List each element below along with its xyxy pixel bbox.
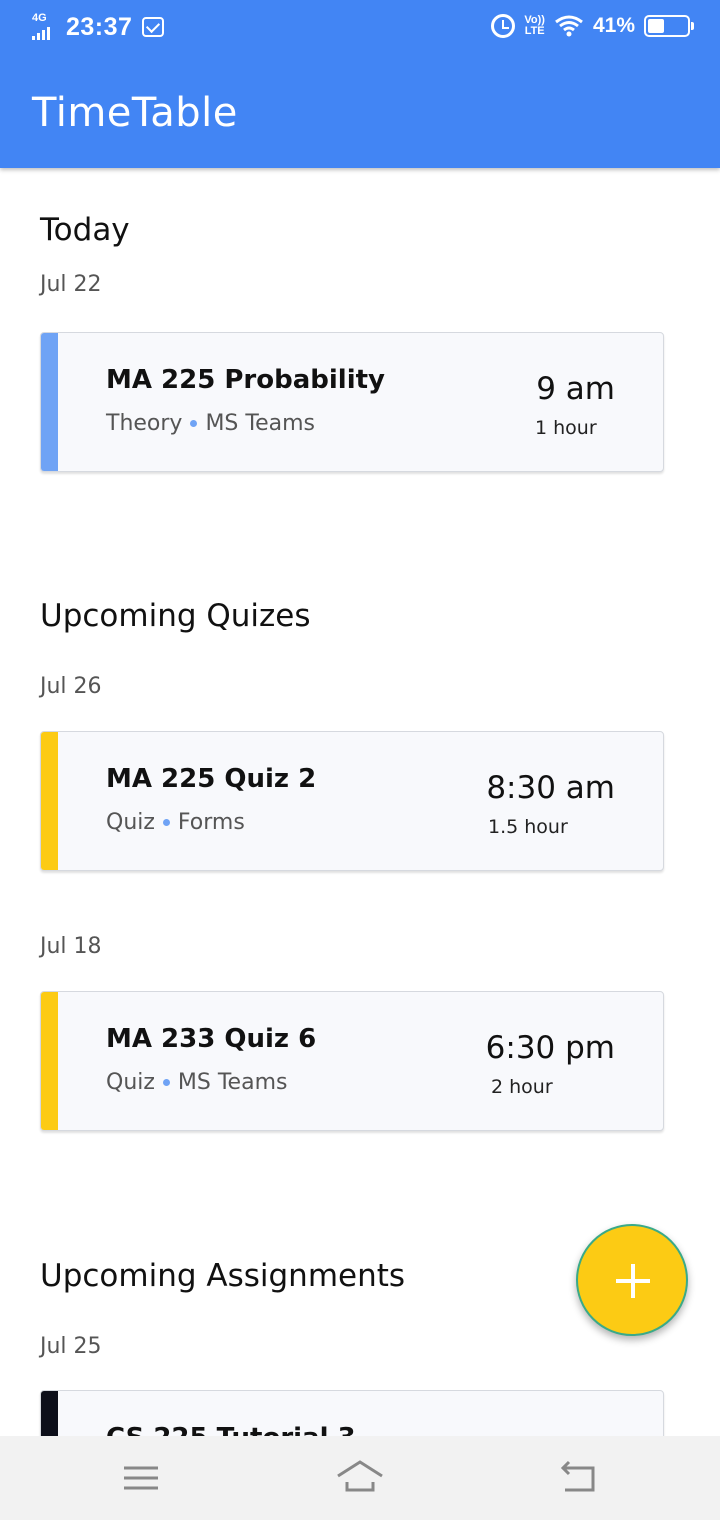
card-type: Quiz [106, 1070, 155, 1095]
card-time: 9 am [536, 371, 615, 407]
section-title-today: Today [40, 212, 130, 248]
card-platform: Forms [177, 810, 245, 835]
class-card[interactable]: MA 225 Probability Theory MS Teams 9 am … [40, 332, 664, 472]
card-accent [41, 1391, 58, 1436]
assignment-card[interactable]: CS 225 Tutorial 3 [40, 1390, 664, 1436]
battery-icon [644, 15, 694, 37]
card-meta: Theory MS Teams [106, 411, 315, 436]
card-title: CS 225 Tutorial 3 [106, 1423, 356, 1436]
card-accent [41, 333, 58, 471]
lte-label: LTE [524, 25, 545, 37]
card-title: MA 225 Quiz 2 [106, 764, 317, 794]
card-duration: 1 hour [535, 417, 597, 439]
card-meta: Quiz Forms [106, 810, 245, 835]
card-accent [41, 732, 58, 870]
card-platform: MS Teams [177, 1070, 288, 1095]
app-bar: 4G 23:37 Vo)) LTE 41% TimeTable [0, 0, 720, 168]
date-label: Jul 25 [40, 1334, 102, 1359]
separator-dot [162, 819, 170, 826]
section-title-assignments: Upcoming Assignments [40, 1258, 406, 1294]
card-title: MA 233 Quiz 6 [106, 1024, 317, 1054]
card-time: 8:30 am [486, 770, 615, 806]
card-duration: 1.5 hour [488, 816, 568, 838]
battery-fill [648, 19, 664, 33]
add-button[interactable] [576, 1224, 688, 1336]
network-type: 4G [32, 12, 47, 24]
card-title: MA 225 Probability [106, 365, 385, 395]
separator-dot [190, 420, 198, 427]
date-label: Jul 26 [40, 674, 102, 699]
status-time: 23:37 [66, 12, 133, 41]
wifi-icon [554, 14, 584, 38]
date-label: Jul 22 [40, 272, 102, 297]
back-icon[interactable] [555, 1456, 605, 1500]
app-title: TimeTable [32, 90, 238, 136]
system-nav-bar [0, 1436, 720, 1520]
battery-percent: 41% [592, 14, 635, 37]
separator-dot [162, 1079, 170, 1086]
menu-icon[interactable] [116, 1456, 166, 1500]
signal-icon: 4G [32, 12, 60, 42]
status-bar: 4G 23:37 Vo)) LTE 41% [0, 0, 720, 58]
card-meta: Quiz MS Teams [106, 1070, 287, 1095]
quiz-card[interactable]: MA 225 Quiz 2 Quiz Forms 8:30 am 1.5 hou… [40, 731, 664, 871]
card-time: 6:30 pm [485, 1030, 615, 1066]
volte-icon: Vo)) LTE [524, 15, 545, 37]
quiz-card[interactable]: MA 233 Quiz 6 Quiz MS Teams 6:30 pm 2 ho… [40, 991, 664, 1131]
home-icon[interactable] [335, 1456, 385, 1500]
message-icon [142, 17, 165, 37]
card-type: Theory [106, 411, 183, 436]
alarm-icon [491, 14, 516, 38]
card-type: Quiz [106, 810, 155, 835]
card-platform: MS Teams [205, 411, 316, 436]
section-title-quizzes: Upcoming Quizes [40, 598, 311, 634]
card-accent [41, 992, 58, 1130]
card-duration: 2 hour [491, 1076, 553, 1098]
date-label: Jul 18 [40, 934, 102, 959]
